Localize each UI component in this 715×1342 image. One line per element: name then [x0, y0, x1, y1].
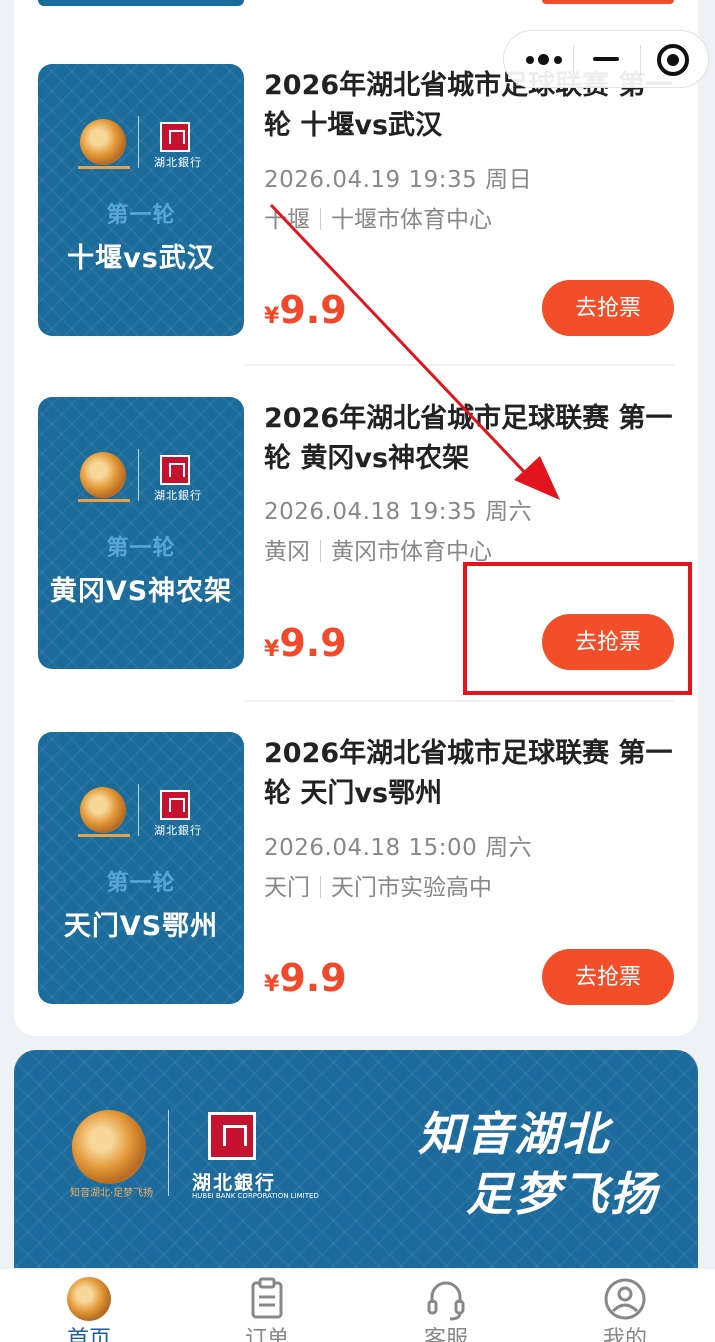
match-city: 十堰	[264, 207, 310, 233]
match-thumbnail[interactable]: 湖北銀行 第一轮 天门VS鄂州	[38, 732, 244, 1004]
thumb-teams: 十堰vs武汉	[67, 243, 215, 274]
thumb-round: 第一轮	[106, 536, 176, 561]
tab-orders[interactable]: 订单	[178, 1269, 356, 1342]
match-location: 黄冈 黄冈市体育中心	[264, 532, 492, 566]
location-divider	[320, 208, 321, 230]
bank-name: 湖北銀行	[154, 489, 202, 502]
currency-symbol: ¥	[264, 637, 280, 662]
league-logo-icon	[80, 452, 126, 498]
hubei-bank-logo-icon	[160, 790, 190, 820]
league-logo-caption	[78, 834, 130, 837]
minimize-icon[interactable]	[593, 57, 619, 61]
league-logo-icon	[80, 119, 126, 165]
match-location: 天门 天门市实验高中	[264, 868, 492, 902]
match-location: 十堰 十堰市体育中心	[264, 200, 492, 234]
match-thumbnail[interactable]: 湖北銀行 第一轮 十堰vs武汉	[38, 64, 244, 336]
bank-name: 湖北銀行	[154, 156, 202, 169]
location-divider	[320, 876, 321, 898]
match-price: ¥9.9	[264, 621, 347, 665]
banner-slogan-line1: 知音湖北	[418, 1107, 610, 1161]
thumb-round: 第一轮	[106, 871, 176, 896]
bottom-tab-bar: 首页 订单 客服 我的	[0, 1268, 715, 1342]
previous-buy-button-edge[interactable]	[542, 0, 674, 4]
thumb-round: 第一轮	[106, 203, 176, 228]
match-title[interactable]: 2026年湖北省城市足球联赛 第一轮 天门vs鄂州	[264, 734, 674, 814]
thumb-teams: 天门VS鄂州	[63, 911, 219, 942]
price-value: 9.9	[279, 956, 347, 1000]
match-price: ¥9.9	[264, 956, 347, 1000]
tab-label: 我的	[602, 1327, 647, 1342]
match-datetime: 2026.04.18 15:00 周六	[264, 835, 533, 861]
match-title[interactable]: 2026年湖北省城市足球联赛 第一轮 黄冈vs神农架	[264, 399, 674, 479]
previous-thumbnail-edge	[38, 0, 244, 6]
price-value: 9.9	[279, 621, 347, 665]
match-price: ¥9.9	[264, 288, 347, 332]
match-datetime: 2026.04.19 19:35 周日	[264, 167, 533, 193]
tab-profile[interactable]: 我的	[536, 1269, 714, 1342]
user-icon	[604, 1278, 646, 1320]
match-city: 天门	[264, 875, 310, 901]
match-list: 湖北銀行 第一轮 十堰vs武汉 2026年湖北省城市足球联赛 第一轮 十堰vs武…	[14, 30, 698, 1036]
hubei-bank-logo-icon	[160, 455, 190, 485]
sponsor-logos: 湖北銀行	[38, 116, 244, 176]
match-thumbnail[interactable]: 湖北銀行 第一轮 黄冈VS神农架	[38, 397, 244, 669]
logo-divider	[138, 784, 139, 836]
more-dots-icon[interactable]	[524, 48, 570, 72]
logo-divider	[138, 449, 139, 501]
currency-symbol: ¥	[264, 304, 280, 329]
bank-name: 湖北銀行	[192, 1172, 277, 1194]
tab-label: 订单	[244, 1327, 289, 1342]
tab-label: 首页	[66, 1327, 111, 1342]
league-logo-caption: 知音湖北·足梦飞扬	[70, 1188, 154, 1199]
bank-name-english: HUBEI BANK CORPORATION LIMITED	[192, 1192, 319, 1200]
tab-service[interactable]: 客服	[357, 1269, 535, 1342]
league-logo-caption	[78, 166, 130, 169]
banner-slogan-line2: 足梦飞扬	[466, 1167, 658, 1221]
capsule-divider	[640, 45, 641, 75]
headset-icon	[427, 1281, 465, 1321]
annotation-highlight-box	[463, 562, 692, 695]
miniprogram-capsule	[503, 30, 709, 88]
buy-ticket-button[interactable]: 去抢票	[542, 949, 674, 1005]
buy-ticket-button[interactable]: 去抢票	[542, 280, 674, 336]
home-football-icon	[67, 1277, 111, 1321]
previous-match-card-edge	[14, 0, 698, 30]
league-logo-icon	[80, 787, 126, 833]
tab-home[interactable]: 首页	[0, 1269, 178, 1342]
hubei-bank-logo-icon	[160, 122, 190, 152]
tab-label: 客服	[423, 1327, 468, 1342]
hubei-bank-logo-icon	[208, 1112, 256, 1160]
sponsor-logos: 湖北銀行	[38, 784, 244, 844]
league-logo-icon	[72, 1110, 146, 1184]
logo-divider	[168, 1110, 169, 1196]
logo-divider	[138, 116, 139, 168]
match-venue: 十堰市体育中心	[331, 207, 492, 233]
sponsor-logos: 湖北銀行	[38, 449, 244, 509]
capsule-divider	[573, 45, 574, 75]
match-venue: 天门市实验高中	[331, 875, 492, 901]
bank-name: 湖北銀行	[154, 824, 202, 837]
clipboard-icon	[251, 1277, 283, 1319]
league-logo-caption	[78, 499, 130, 502]
currency-symbol: ¥	[264, 972, 280, 997]
location-divider	[320, 540, 321, 562]
match-item[interactable]: 湖北銀行 第一轮 天门VS鄂州 2026年湖北省城市足球联赛 第一轮 天门vs鄂…	[14, 702, 698, 1038]
close-target-icon[interactable]	[657, 44, 689, 76]
price-value: 9.9	[279, 288, 347, 332]
match-datetime: 2026.04.18 19:35 周六	[264, 499, 533, 525]
match-city: 黄冈	[264, 539, 310, 565]
thumb-teams: 黄冈VS神农架	[49, 576, 233, 607]
